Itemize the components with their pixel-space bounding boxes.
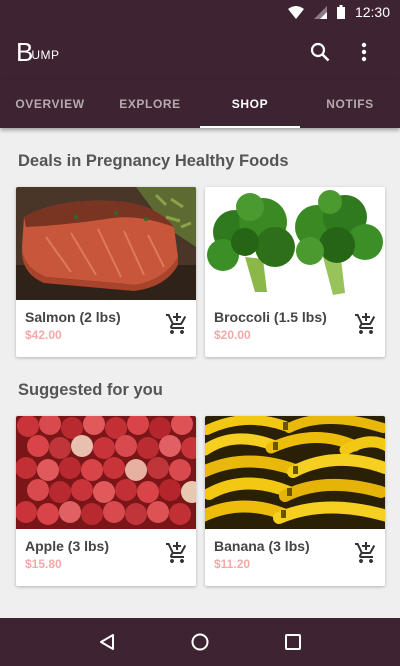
- back-icon: [99, 634, 114, 650]
- product-card-banana[interactable]: Banana (3 lbs) $11.20: [205, 416, 385, 586]
- add-to-cart-button[interactable]: [164, 311, 190, 337]
- tab-overview[interactable]: OVERVIEW: [0, 80, 100, 128]
- clock: 12:30: [354, 4, 390, 20]
- product-name: Apple (3 lbs): [25, 538, 110, 554]
- logo-text: UMP: [31, 48, 60, 62]
- add-shopping-cart-icon: [166, 542, 187, 563]
- add-to-cart-button[interactable]: [353, 540, 379, 566]
- bananas-image: [205, 416, 385, 529]
- section-title-deals: Deals in Pregnancy Healthy Foods: [18, 152, 289, 170]
- home-icon: [191, 633, 209, 651]
- shop-content[interactable]: Deals in Pregnancy Healthy Foods Salmon …: [0, 128, 400, 618]
- section-title-suggested: Suggested for you: [18, 381, 163, 399]
- product-name: Broccoli (1.5 lbs): [214, 309, 327, 325]
- system-nav-bar: [0, 618, 400, 666]
- overflow-menu-button[interactable]: [344, 32, 384, 72]
- suggested-grid: Apple (3 lbs) $15.80 Banana (3 lbs) $11.…: [16, 416, 385, 586]
- app-logo: B UMP: [16, 39, 60, 65]
- apples-image: [16, 416, 196, 529]
- search-button[interactable]: [300, 32, 340, 72]
- more-vert-icon: [361, 42, 367, 62]
- add-shopping-cart-icon: [355, 542, 376, 563]
- product-card-broccoli[interactable]: Broccoli (1.5 lbs) $20.00: [205, 187, 385, 357]
- search-icon: [310, 42, 330, 62]
- broccoli-image: [205, 187, 385, 300]
- wifi-icon: [287, 5, 304, 19]
- battery-icon: [336, 5, 345, 19]
- product-name: Salmon (2 lbs): [25, 309, 121, 325]
- add-shopping-cart-icon: [355, 313, 376, 334]
- product-card-apple[interactable]: Apple (3 lbs) $15.80: [16, 416, 196, 586]
- add-shopping-cart-icon: [166, 313, 187, 334]
- product-price: $20.00: [214, 328, 251, 342]
- tab-shop[interactable]: SHOP: [200, 80, 300, 128]
- tab-bar: OVERVIEW EXPLORE SHOP NOTIFS: [0, 80, 400, 128]
- product-card-salmon[interactable]: Salmon (2 lbs) $42.00: [16, 187, 196, 357]
- app-bar: B UMP: [0, 24, 400, 80]
- signal-icon: [313, 5, 327, 19]
- back-button[interactable]: [83, 618, 131, 666]
- recents-button[interactable]: [269, 618, 317, 666]
- product-price: $42.00: [25, 328, 62, 342]
- status-bar: 12:30: [0, 0, 400, 24]
- add-to-cart-button[interactable]: [164, 540, 190, 566]
- product-price: $15.80: [25, 557, 62, 571]
- home-button[interactable]: [176, 618, 224, 666]
- add-to-cart-button[interactable]: [353, 311, 379, 337]
- tab-explore[interactable]: EXPLORE: [100, 80, 200, 128]
- deals-grid: Salmon (2 lbs) $42.00 Broccoli (1.5 lbs)…: [16, 187, 385, 357]
- tab-notifs[interactable]: NOTIFS: [300, 80, 400, 128]
- product-name: Banana (3 lbs): [214, 538, 310, 554]
- salmon-image: [16, 187, 196, 300]
- product-price: $11.20: [214, 557, 251, 571]
- recents-icon: [285, 634, 302, 650]
